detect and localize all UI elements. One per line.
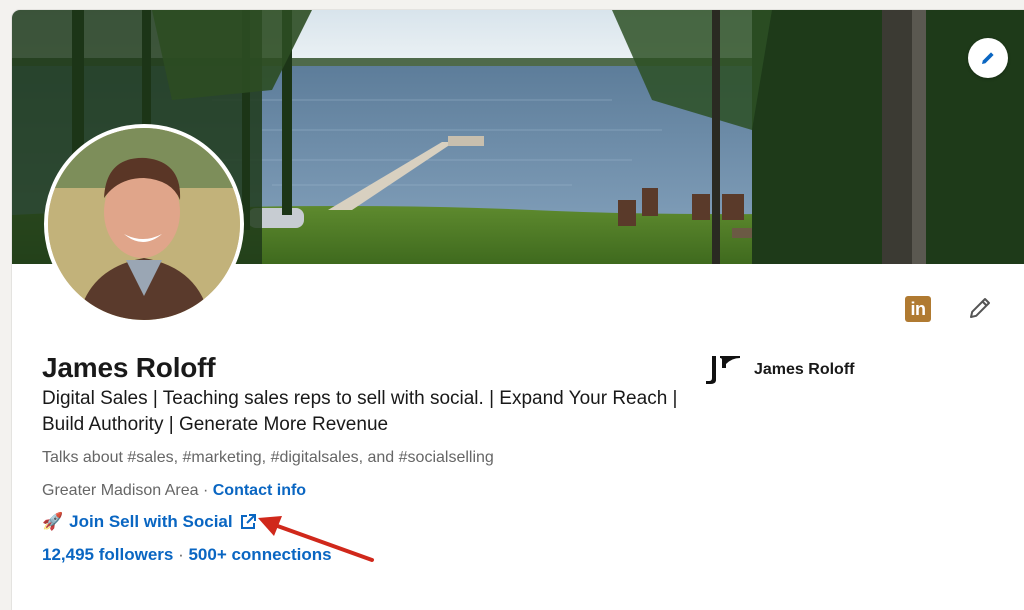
edit-cover-button[interactable] <box>968 38 1008 78</box>
profile-name: James Roloff <box>42 352 216 383</box>
pencil-icon <box>982 52 994 64</box>
profile-card: in James Roloff Digital Sales | Teaching… <box>12 10 1024 610</box>
pencil-icon <box>970 298 990 318</box>
profile-headline: Digital Sales | Teaching sales reps to s… <box>42 388 678 435</box>
company-name: James Roloff <box>754 361 855 378</box>
talks-about: Talks about #sales, #marketing, #digital… <box>42 449 494 466</box>
profile-photo[interactable] <box>44 124 244 324</box>
stats-separator: · <box>173 545 189 564</box>
contact-info-link[interactable]: Contact info <box>213 482 306 499</box>
avatar-illustration <box>48 128 240 320</box>
rocket-icon: 🚀 <box>42 512 64 531</box>
annotation-arrow <box>258 516 374 562</box>
location-line: Greater Madison Area · Contact info <box>42 482 306 500</box>
website-label[interactable]: Join Sell with Social <box>69 512 232 532</box>
linkedin-badge-icon[interactable]: in <box>905 296 931 322</box>
separator: · <box>198 482 213 499</box>
jr-logo-icon <box>706 356 740 384</box>
followers-link[interactable]: 12,495 followers <box>42 545 173 564</box>
website-link[interactable]: 🚀 Join Sell with Social <box>42 512 257 532</box>
location: Greater Madison Area <box>42 482 199 499</box>
current-company[interactable]: James Roloff <box>702 354 854 386</box>
edit-intro-button[interactable] <box>964 292 996 324</box>
